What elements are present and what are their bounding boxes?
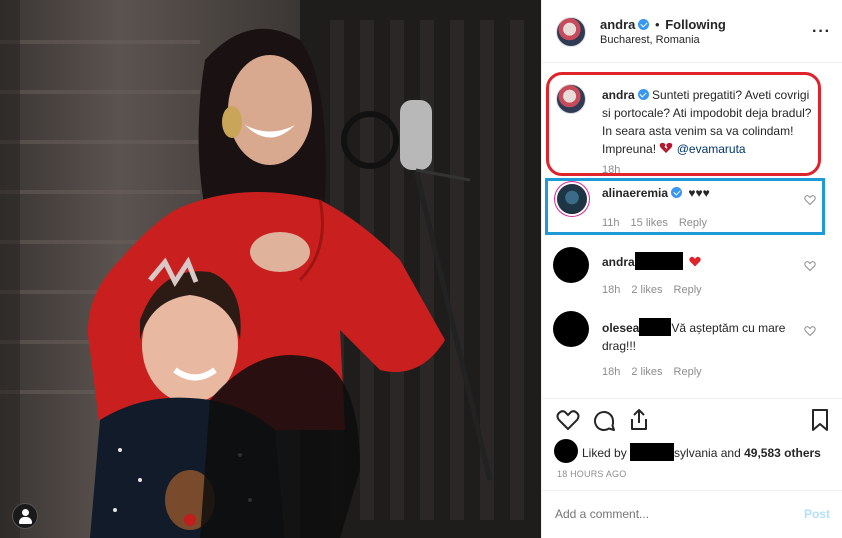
comment-reply-button[interactable]: Reply [674, 284, 702, 296]
verified-badge-icon [638, 19, 650, 30]
comment-time: 18h [602, 284, 621, 296]
bookmark-icon[interactable] [810, 408, 830, 432]
liked-by-row: Liked by sylvania and 49,583 others [582, 443, 821, 461]
comment-avatar[interactable] [553, 311, 589, 347]
comment-row: olesea Vă așteptăm cu mare drag!!! [602, 318, 802, 355]
heart-outline-icon[interactable] [556, 409, 580, 431]
comment-like-heart-icon[interactable] [804, 325, 816, 337]
post-comment-button[interactable]: Post [804, 507, 830, 521]
comment-input-divider [541, 490, 842, 491]
share-upload-icon[interactable] [628, 408, 650, 432]
tagged-users-icon[interactable] [12, 503, 38, 529]
redaction-block [639, 318, 672, 336]
comment-likes[interactable]: 2 likes [631, 284, 662, 296]
comment-meta: 18h 2 likes Reply [602, 284, 713, 296]
author-header: andra • Following [600, 17, 726, 32]
post-location[interactable]: Bucharest, Romania [600, 34, 700, 46]
liker-avatar[interactable] [554, 439, 578, 463]
actions-divider [541, 398, 842, 399]
likes-count[interactable]: 49,583 others [744, 446, 821, 460]
follow-status[interactable]: Following [665, 17, 726, 32]
comment-avatar[interactable] [553, 247, 589, 283]
comment-username[interactable]: olesea [602, 321, 639, 335]
comment-likes[interactable]: 2 likes [631, 366, 662, 378]
author-username[interactable]: andra [600, 17, 635, 32]
separator-dot: • [655, 17, 660, 32]
comment-row: andra [602, 252, 702, 270]
comment-bubble-icon[interactable] [592, 409, 616, 433]
author-avatar[interactable] [556, 17, 586, 47]
comment-time: 18h [602, 366, 621, 378]
red-heart-emoji [689, 256, 701, 267]
caption-highlight-box [546, 72, 821, 176]
add-comment-input[interactable] [555, 505, 790, 523]
post-timestamp[interactable]: 18 HOURS AGO [557, 469, 626, 479]
studio-photo-illustration [0, 0, 541, 538]
liked-by-and: and [720, 446, 741, 460]
header-divider [541, 62, 842, 63]
comment-highlight-box [545, 178, 825, 235]
redaction-block [634, 252, 683, 270]
more-options-icon[interactable]: ··· [812, 23, 831, 41]
comment-reply-button[interactable]: Reply [674, 366, 702, 378]
comment-username[interactable]: andra [602, 255, 635, 269]
redaction-block [630, 443, 675, 461]
post-photo[interactable] [0, 0, 541, 538]
comment-like-heart-icon[interactable] [804, 260, 816, 272]
comment-meta: 18h 2 likes Reply [602, 366, 713, 378]
liker-name[interactable]: sylvania [674, 446, 717, 460]
liked-by-prefix: Liked by [582, 446, 627, 460]
